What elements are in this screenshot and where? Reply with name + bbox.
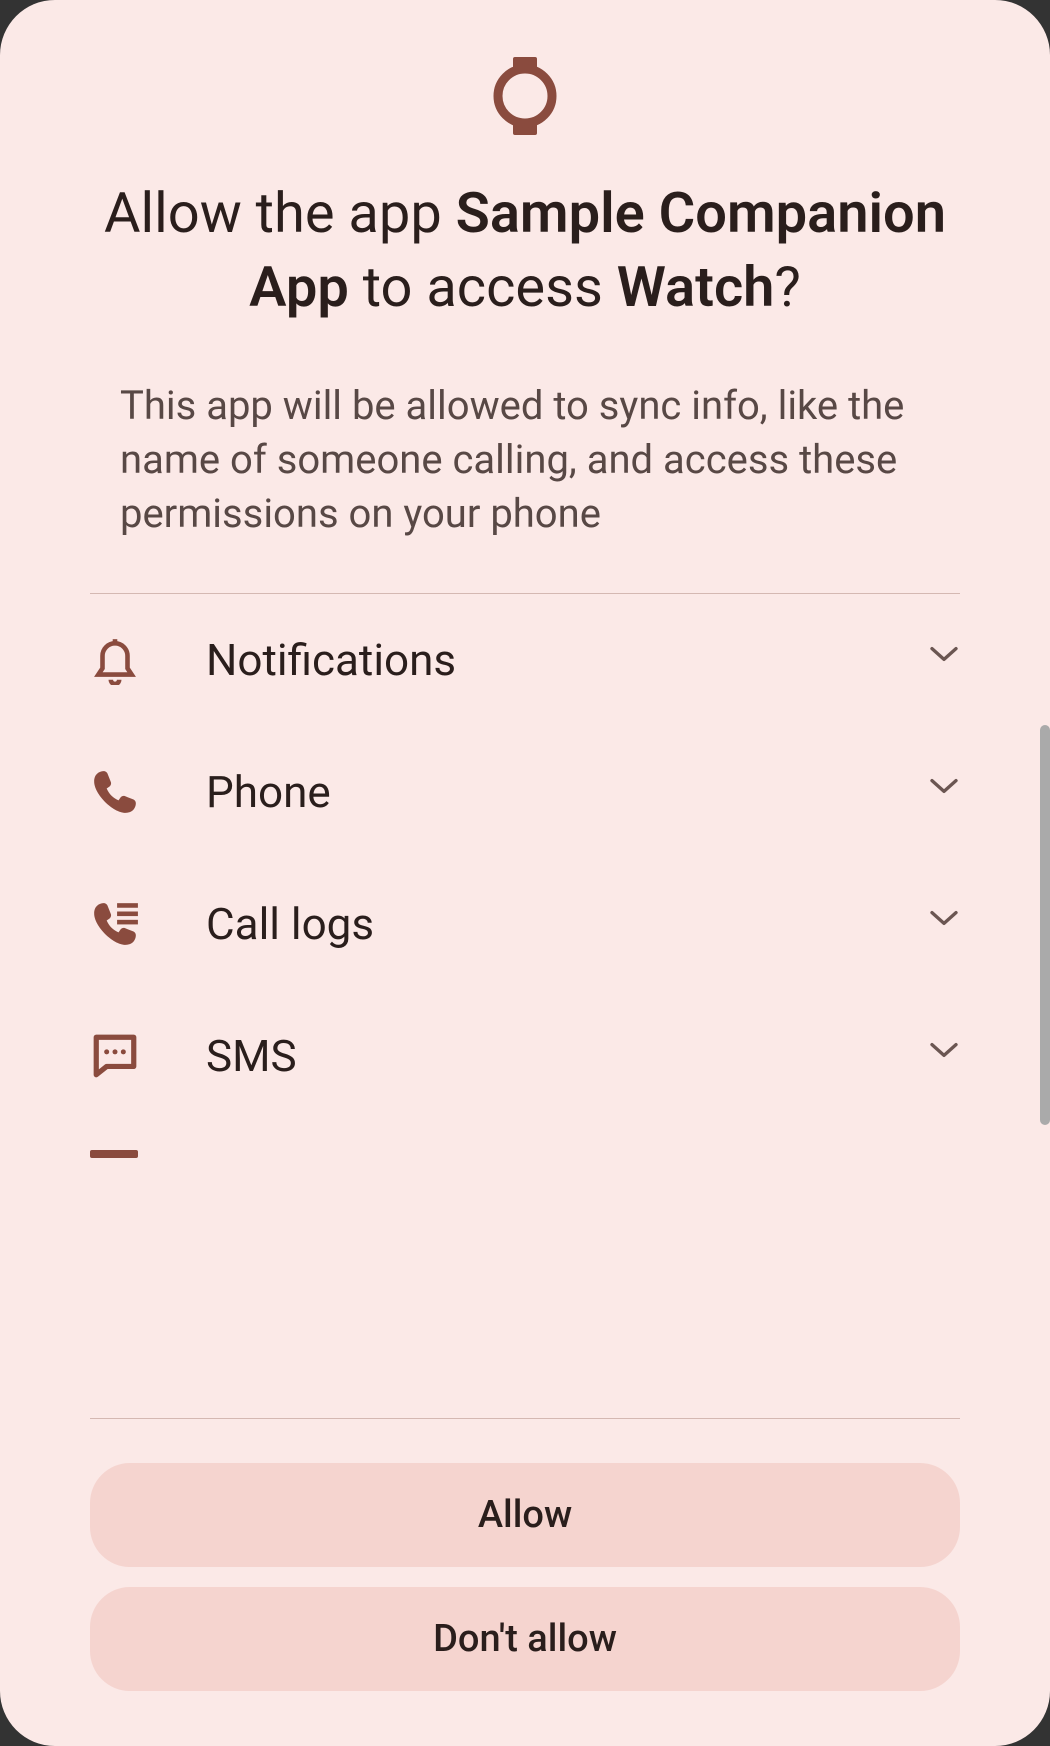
sms-icon bbox=[90, 1031, 146, 1081]
permission-label: SMS bbox=[146, 1030, 928, 1082]
permission-label: Notifications bbox=[146, 634, 928, 686]
allow-button[interactable]: Allow bbox=[90, 1463, 960, 1567]
permission-item-notifications[interactable]: Notifications bbox=[90, 594, 960, 726]
title-suffix: ? bbox=[774, 254, 800, 320]
scrollbar[interactable] bbox=[1040, 725, 1050, 1125]
deny-button[interactable]: Don't allow bbox=[90, 1587, 960, 1691]
title-device: Watch bbox=[617, 254, 775, 320]
title-prefix: Allow the app bbox=[104, 180, 456, 246]
permission-item-call-logs[interactable]: Call logs bbox=[90, 858, 960, 990]
permission-label: Call logs bbox=[146, 898, 928, 950]
phone-icon bbox=[90, 767, 146, 817]
button-container: Allow Don't allow bbox=[0, 1419, 1050, 1746]
permissions-list: Notifications Phone bbox=[0, 594, 1050, 1418]
chevron-down-icon bbox=[928, 644, 960, 676]
chevron-down-icon bbox=[928, 1040, 960, 1072]
title-middle: to access bbox=[349, 254, 617, 320]
permission-item-phone[interactable]: Phone bbox=[90, 726, 960, 858]
permission-label: Phone bbox=[146, 766, 928, 818]
watch-icon bbox=[491, 55, 559, 141]
dialog-title: Allow the app Sample Companion App to ac… bbox=[0, 176, 1050, 324]
call-log-icon bbox=[90, 899, 146, 949]
permission-item-sms[interactable]: SMS bbox=[90, 990, 960, 1122]
list-item-peek bbox=[90, 1150, 138, 1158]
header-icon-container bbox=[0, 0, 1050, 176]
chevron-down-icon bbox=[928, 776, 960, 808]
permission-dialog: Allow the app Sample Companion App to ac… bbox=[0, 0, 1050, 1746]
bell-icon bbox=[90, 635, 146, 685]
chevron-down-icon bbox=[928, 908, 960, 940]
dialog-description: This app will be allowed to sync info, l… bbox=[0, 379, 1050, 541]
